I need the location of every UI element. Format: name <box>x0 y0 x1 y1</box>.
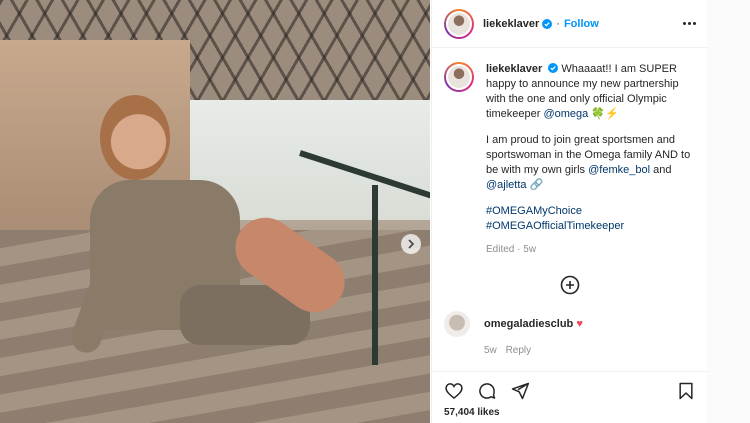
next-image-button[interactable] <box>401 234 421 254</box>
author-username[interactable]: liekeklaver <box>483 18 539 30</box>
more-dot <box>693 22 696 25</box>
follow-button[interactable]: Follow <box>564 18 599 30</box>
caption-emojis: 🍀⚡ <box>591 108 619 120</box>
load-more-comments-button[interactable] <box>444 275 696 295</box>
hashtag-omega-my-choice[interactable]: #OMEGAMyChoice <box>486 205 582 217</box>
caption-paragraph-2: I am proud to join great sportsmen and s… <box>486 133 696 193</box>
mention-ajletta[interactable]: @ajletta <box>486 179 527 191</box>
comments-section: liekeklaver Whaaaat!! I am SUPER happy t… <box>432 48 708 371</box>
caption-body: liekeklaver Whaaaat!! I am SUPER happy t… <box>486 62 696 257</box>
caption-meta: Edited · 5w <box>486 242 696 257</box>
hashtag-omega-official-timekeeper[interactable]: #OMEGAOfficialTimekeeper <box>486 220 624 232</box>
athlete-figure <box>67 95 357 415</box>
bookmark-icon[interactable] <box>676 381 696 401</box>
comment-meta: 5w Reply <box>484 344 583 358</box>
comment-item: omegaladiesclub ♥ 5w Reply <box>444 311 696 358</box>
caption-username[interactable]: liekeklaver <box>486 63 542 75</box>
comment-heart-emoji: ♥ <box>576 318 583 330</box>
comment-time: 5w <box>484 345 497 356</box>
mention-femke[interactable]: @femke_bol <box>588 164 650 176</box>
caption-and: and <box>653 164 672 176</box>
caption-avatar[interactable] <box>444 62 474 92</box>
edited-label: Edited <box>486 244 515 255</box>
commenter-avatar[interactable] <box>444 311 470 337</box>
add-circle-icon <box>560 275 580 295</box>
comment-reply-button[interactable]: Reply <box>506 345 532 356</box>
chevron-right-icon <box>408 239 415 249</box>
share-icon[interactable] <box>510 381 530 401</box>
likes-count[interactable]: 57,404 likes <box>444 407 696 418</box>
more-dot <box>683 22 686 25</box>
post-photo[interactable] <box>0 0 430 423</box>
handrail-post <box>372 185 378 365</box>
edited-time: 5w <box>523 244 537 255</box>
more-dot <box>688 22 691 25</box>
caption-paragraph-1: liekeklaver Whaaaat!! I am SUPER happy t… <box>486 62 696 122</box>
caption-hashtags: #OMEGAMyChoice #OMEGAOfficialTimekeeper <box>486 204 696 234</box>
header-separator: · <box>556 17 560 30</box>
post-details-panel: liekeklaver · Follow liekeklaver Whaaaat… <box>431 0 708 423</box>
verified-badge-icon <box>548 63 559 73</box>
author-avatar-image <box>446 10 472 37</box>
author-avatar[interactable] <box>444 8 474 39</box>
comment-icon[interactable] <box>477 381 497 401</box>
commenter-username[interactable]: omegaladiesclub <box>484 318 573 330</box>
verified-badge-icon <box>542 18 553 29</box>
caption-avatar-image <box>446 64 472 90</box>
more-icon[interactable] <box>683 22 696 25</box>
meta-separator: · <box>517 244 521 255</box>
athlete-head <box>100 95 170 180</box>
post-caption: liekeklaver Whaaaat!! I am SUPER happy t… <box>444 62 696 257</box>
heart-icon[interactable] <box>444 381 464 401</box>
caption-link-emoji: 🔗 <box>529 179 544 191</box>
post-actions: 57,404 likes <box>432 371 708 423</box>
comment-body: omegaladiesclub ♥ 5w Reply <box>484 311 583 358</box>
page-background-right <box>707 0 750 423</box>
post-header: liekeklaver · Follow <box>432 0 708 48</box>
action-row <box>444 381 696 401</box>
mention-omega[interactable]: @omega <box>543 108 588 120</box>
